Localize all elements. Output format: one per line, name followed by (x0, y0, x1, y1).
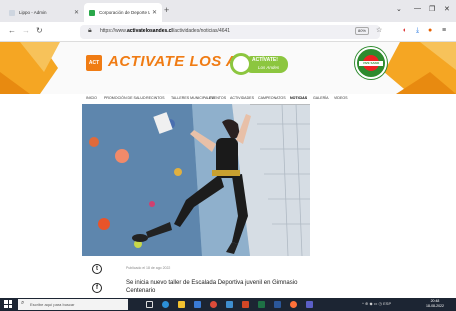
search-icon: ⌕ (21, 300, 25, 306)
menu-icon[interactable]: ≡ (442, 27, 446, 34)
taskbar-clock[interactable]: 20:48 18-08-2022 (424, 299, 446, 309)
menu-item-videos[interactable]: VIDEOS (334, 96, 348, 100)
close-tab-icon[interactable]: ✕ (152, 9, 157, 16)
browser-tab-activate[interactable]: Corporación de Deporte Los A ✕ (84, 3, 162, 22)
favicon-icon (89, 9, 95, 16)
tab-label: Lippo - Admin (19, 10, 47, 15)
menu-item-actividades[interactable]: ACTIVIDADES (230, 96, 254, 100)
new-tab-button[interactable]: + (164, 5, 169, 15)
edge-icon[interactable] (162, 301, 169, 308)
facebook-share-icon[interactable]: f (92, 283, 102, 293)
extension-icon[interactable]: ● (428, 27, 432, 34)
site-nav-menu: INICIO PROMOCIÓN DE SALUD RECINTOS TALLE… (0, 94, 456, 104)
dropdown-icon[interactable]: ⌄ (396, 5, 402, 13)
minimize-icon[interactable]: — (414, 5, 421, 12)
windows-taskbar: ⌕ Escribe aquí para buscar ^ ⊕ ◆ ▭ ◷ ESP… (0, 298, 456, 311)
file-explorer-icon[interactable] (178, 301, 185, 308)
browser-tab-lippo[interactable]: Lippo - Admin ✕ (4, 3, 84, 22)
download-icon[interactable]: ⤓ (416, 27, 419, 35)
teams-icon[interactable] (306, 301, 313, 308)
zoom-indicator[interactable]: 80% (355, 27, 369, 35)
store-icon[interactable] (194, 301, 201, 308)
task-view-icon[interactable] (146, 301, 153, 308)
lock-icon: 🔒︎ (88, 27, 92, 34)
tab-label: Corporación de Deporte Los A (99, 10, 150, 15)
reload-icon[interactable]: ↻ (36, 26, 43, 35)
article-title[interactable]: Se inicia nuevo taller de Escalada Depor… (126, 279, 326, 295)
favicon-icon (9, 9, 15, 16)
chrome-icon[interactable] (210, 301, 217, 308)
article-date: Publicado el 18 de ago 2022 (126, 266, 171, 270)
climbing-photo-illustration (82, 104, 310, 256)
article-photo (82, 104, 310, 256)
excel-icon[interactable] (258, 301, 265, 308)
activate-logo[interactable]: ACTÍVATE! Los Andes (230, 52, 290, 78)
taskbar-search-input[interactable]: ⌕ Escribe aquí para buscar (18, 299, 128, 310)
close-window-icon[interactable]: ✕ (444, 5, 450, 13)
bookmark-star-icon[interactable]: ☆ (376, 26, 382, 34)
forward-arrow-icon[interactable]: → (22, 26, 30, 35)
back-arrow-icon[interactable]: ← (8, 26, 16, 35)
menu-item-campeonatos[interactable]: CAMPEONATOS (258, 96, 286, 100)
address-bar[interactable]: 🔒︎ https://www.activatelosandes.cl/activ… (80, 25, 380, 39)
close-tab-icon[interactable]: ✕ (74, 9, 79, 16)
firefox-icon[interactable] (290, 301, 297, 308)
url-text: https://www.activatelosandes.cl/activida… (100, 28, 231, 34)
menu-item-inicio[interactable]: INICIO (86, 96, 97, 100)
menu-item-galeria[interactable]: GALERÍA (313, 96, 329, 100)
twitter-share-icon[interactable]: t (92, 264, 102, 274)
menu-item-recintos[interactable]: RECINTOS (146, 96, 165, 100)
pocket-icon[interactable]: ◖ (402, 27, 406, 34)
menu-item-noticias[interactable]: NOTICIAS (290, 96, 307, 100)
photos-icon[interactable] (226, 301, 233, 308)
maximize-icon[interactable]: ❐ (429, 5, 435, 13)
site-header: ACT ACTIVATE LOS ANDES ACTÍVATE! Los And… (0, 42, 456, 94)
browser-toolbar: ← → ↻ 🔒︎ https://www.activatelosandes.cl… (0, 22, 456, 42)
vive-sano-seal: VIVE SANO (355, 47, 387, 79)
browser-tab-bar: Lippo - Admin ✕ Corporación de Deporte L… (0, 0, 456, 22)
windows-start-icon[interactable] (4, 300, 12, 308)
menu-item-promocion[interactable]: PROMOCIÓN DE SALUD (104, 96, 146, 100)
menu-item-eventos[interactable]: EVENTOS (209, 96, 226, 100)
word-icon[interactable] (274, 301, 281, 308)
powerpoint-icon[interactable] (242, 301, 249, 308)
brand-logo-badge[interactable]: ACT (86, 55, 102, 71)
system-tray[interactable]: ^ ⊕ ◆ ▭ ◷ ESP (362, 301, 391, 306)
menu-item-talleres[interactable]: TALLERES MUNICIPALES (171, 96, 214, 100)
